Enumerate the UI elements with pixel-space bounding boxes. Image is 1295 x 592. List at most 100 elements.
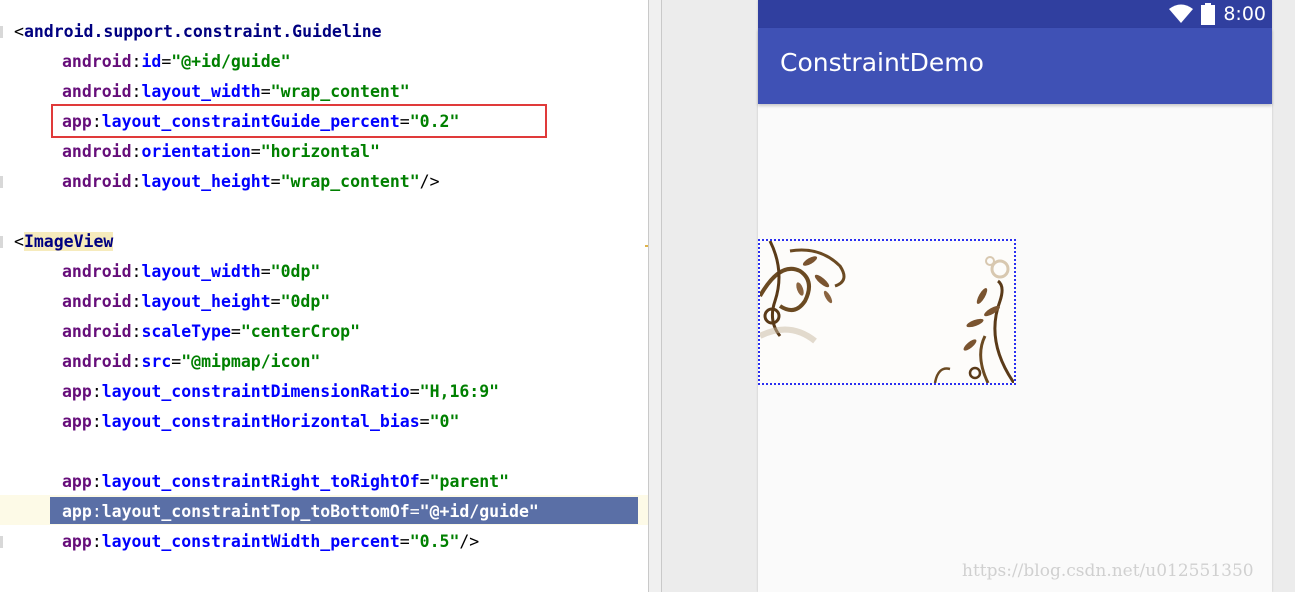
code-line[interactable]: android:id="@+id/guide": [62, 47, 291, 77]
code-token: :: [91, 412, 102, 431]
code-token: :: [91, 442, 102, 461]
code-token: :: [131, 142, 142, 161]
code-line[interactable]: app:layout_constraintDimensionRatio="H,1…: [62, 377, 499, 407]
code-token: =: [399, 532, 410, 551]
code-token: android: [62, 142, 132, 161]
code-token: :: [131, 82, 142, 101]
app-title: ConstraintDemo: [780, 48, 984, 77]
code-token: <: [14, 22, 24, 41]
code-token: android: [62, 292, 132, 311]
code-token: />: [419, 172, 440, 191]
code-token: :: [91, 472, 102, 491]
code-token: ImageView: [23, 232, 114, 251]
code-token: android: [62, 52, 132, 71]
code-line[interactable]: android:orientation="horizontal": [62, 137, 380, 167]
code-token: layout_constraintRight_toRightOf: [101, 472, 420, 491]
code-line[interactable]: app:layout_constraintTop_toBottomOf="@+i…: [62, 497, 539, 527]
fold-marker[interactable]: [0, 26, 3, 38]
code-token: :: [131, 292, 142, 311]
annotation-highlight-box: [51, 104, 547, 138]
code-token: scaleType: [141, 322, 231, 341]
code-token: =: [260, 262, 271, 281]
code-line[interactable]: android:layout_width="wrap_content": [62, 77, 410, 107]
code-line[interactable]: android:layout_height="wrap_content"/>: [62, 167, 440, 197]
code-token: "0dp": [280, 292, 331, 311]
code-token: "0": [429, 412, 460, 431]
code-token: layout_height: [141, 292, 271, 311]
status-bar: 8:00: [758, 0, 1272, 28]
code-token: =: [230, 322, 241, 341]
code-token: id: [141, 52, 162, 71]
code-token: app: [62, 472, 92, 491]
code-line[interactable]: android:layout_width="0dp": [62, 257, 320, 287]
code-token: =: [409, 502, 420, 521]
wifi-icon: [1169, 4, 1193, 23]
code-line[interactable]: app:layout_constraintWidth_percent="0.5"…: [62, 527, 479, 557]
code-line[interactable]: android:layout_height="0dp": [62, 287, 330, 317]
code-token: src: [141, 352, 172, 371]
code-token: =: [399, 442, 410, 461]
code-token: app: [62, 412, 92, 431]
fold-marker[interactable]: [0, 536, 3, 548]
code-token: layout_width: [141, 262, 261, 281]
code-token: =: [171, 352, 182, 371]
code-line[interactable]: <android.support.constraint.Guideline: [14, 17, 382, 47]
code-token: layout_constraintWidth_percent: [101, 532, 400, 551]
code-line[interactable]: app:layout_constraintLeft_toLeftOf="pare…: [62, 437, 489, 467]
code-token: "@mipmap/icon": [181, 352, 321, 371]
code-token: app: [62, 532, 92, 551]
code-token: <: [14, 232, 24, 251]
code-token: "@+id/guide": [419, 502, 539, 521]
code-token: layout_constraintLeft_toLeftOf: [101, 442, 400, 461]
fold-marker[interactable]: [0, 236, 3, 248]
code-token: android: [62, 262, 132, 281]
imageview-preview[interactable]: [758, 239, 1016, 385]
fold-marker[interactable]: [0, 176, 3, 188]
code-line[interactable]: <ImageView: [14, 227, 114, 257]
battery-icon: [1201, 3, 1215, 25]
code-token: :: [91, 382, 102, 401]
code-token: android: [62, 172, 132, 191]
pane-splitter[interactable]: [648, 0, 662, 592]
code-token: layout_constraintTop_toBottomOf: [101, 502, 410, 521]
code-token: app: [62, 442, 92, 461]
code-token: android: [62, 322, 132, 341]
code-token: android.support.constraint.Guideline: [23, 22, 382, 41]
code-token: :: [131, 172, 142, 191]
code-token: layout_width: [141, 82, 261, 101]
code-token: "wrap_content": [270, 82, 410, 101]
code-token: "horizontal": [260, 142, 380, 161]
code-token: "@+id/guide": [171, 52, 291, 71]
code-token: layout_constraintDimensionRatio: [101, 382, 410, 401]
code-token: android: [62, 82, 132, 101]
code-line[interactable]: android:scaleType="centerCrop": [62, 317, 360, 347]
code-token: "parent": [429, 472, 510, 491]
code-token: :: [131, 352, 142, 371]
code-token: "0.5": [409, 532, 460, 551]
code-token: =: [260, 82, 271, 101]
code-token: "0dp": [270, 262, 321, 281]
code-token: app: [62, 502, 92, 521]
status-time: 8:00: [1223, 3, 1266, 25]
code-token: "H,16:9": [419, 382, 500, 401]
code-token: =: [419, 412, 430, 431]
floral-image: [760, 241, 1014, 383]
code-line[interactable]: android:src="@mipmap/icon": [62, 347, 320, 377]
code-token: "centerCrop": [240, 322, 361, 341]
code-token: :: [91, 502, 102, 521]
code-token: =: [250, 142, 261, 161]
code-token: layout_height: [141, 172, 271, 191]
code-token: =: [409, 382, 420, 401]
code-token: orientation: [141, 142, 251, 161]
code-token: =: [270, 292, 281, 311]
code-token: :: [131, 322, 142, 341]
code-token: layout_constraintHorizontal_bias: [101, 412, 420, 431]
code-editor[interactable]: <android.support.constraint.Guideline and…: [0, 0, 648, 592]
code-token: />: [459, 532, 480, 551]
device-preview[interactable]: 8:00 ConstraintDemo: [758, 0, 1272, 592]
code-token: :: [91, 532, 102, 551]
code-line[interactable]: app:layout_constraintHorizontal_bias="0": [62, 407, 459, 437]
app-bar: ConstraintDemo: [758, 28, 1272, 104]
code-token: :: [131, 52, 142, 71]
code-line[interactable]: app:layout_constraintRight_toRightOf="pa…: [62, 467, 509, 497]
